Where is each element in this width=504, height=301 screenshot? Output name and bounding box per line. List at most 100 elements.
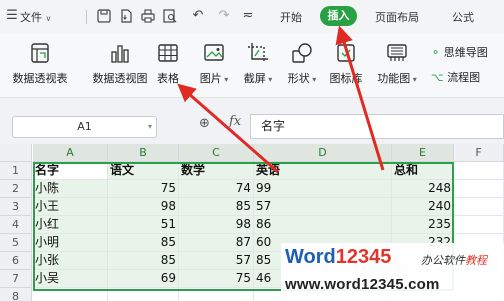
table-label: 表格 <box>157 72 179 85</box>
row-header-7[interactable]: 7 <box>0 270 32 288</box>
pivot-chart-label: 数据透视图 <box>92 72 148 85</box>
tab-insert[interactable]: 插入 <box>320 6 357 26</box>
cell-a4[interactable]: 小红 <box>33 216 108 234</box>
table-button[interactable]: 表格 <box>150 42 186 86</box>
cell-c7[interactable]: 75 <box>179 270 254 288</box>
mind-map-button[interactable]: ⚬ 思维导图 <box>431 44 488 60</box>
cell-c1[interactable]: 数学 <box>179 162 254 180</box>
icon-library-icon <box>335 42 357 64</box>
select-all-corner[interactable] <box>0 144 32 162</box>
function-chart-icon <box>386 42 408 64</box>
cell-b6[interactable]: 85 <box>108 252 179 270</box>
icon-library-button[interactable]: 图标库 <box>326 42 366 86</box>
cell-c5[interactable]: 87 <box>179 234 254 252</box>
cell-c6[interactable]: 57 <box>179 252 254 270</box>
formula-input[interactable]: 名字 <box>250 114 504 139</box>
row-header-3[interactable]: 3 <box>0 198 32 216</box>
tab-page-layout[interactable]: 页面布局 <box>375 9 419 27</box>
cell-c2[interactable]: 74 <box>179 180 254 198</box>
pivot-table-label: 数据透视表 <box>12 72 68 85</box>
mind-map-label: 思维导图 <box>443 46 488 59</box>
hamburger-icon[interactable]: ☰ <box>4 7 20 25</box>
shapes-button[interactable]: 形状 ▾ <box>282 42 322 86</box>
cell-d2[interactable]: 99 <box>254 180 392 198</box>
flowchart-button[interactable]: ⌥ 流程图 <box>431 69 480 85</box>
column-header-d[interactable]: D <box>254 144 392 162</box>
cell-f4[interactable] <box>454 216 504 234</box>
column-header-e[interactable]: E <box>392 144 454 162</box>
cell-d3[interactable]: 57 <box>254 198 392 216</box>
pivot-chart-button[interactable]: 数据透视图 <box>84 42 156 86</box>
fx-icon[interactable]: fx <box>229 114 241 129</box>
row-header-6[interactable]: 6 <box>0 252 32 270</box>
cell-d4[interactable]: 86 <box>254 216 392 234</box>
cell-f2[interactable] <box>454 180 504 198</box>
pivot-chart-icon <box>109 42 131 64</box>
row-header-2[interactable]: 2 <box>0 180 32 198</box>
row-header-4[interactable]: 4 <box>0 216 32 234</box>
cell-e1[interactable]: 总和 <box>392 162 454 180</box>
formula-bar: A1 ▾ ⊕ fx 名字 <box>0 98 504 144</box>
cell-a8[interactable] <box>33 288 108 301</box>
cell-b1[interactable]: 语文 <box>108 162 179 180</box>
watermark-brand: Word12345 <box>285 246 392 268</box>
cell-b3[interactable]: 98 <box>108 198 179 216</box>
icon-library-label: 图标库 <box>329 72 363 85</box>
cell-b2[interactable]: 75 <box>108 180 179 198</box>
shapes-label: 形状 ▾ <box>287 72 317 85</box>
file-menu[interactable]: 文件 ∨ <box>20 9 51 27</box>
cell-b4[interactable]: 51 <box>108 216 179 234</box>
cell-f1[interactable] <box>454 162 504 180</box>
mind-map-icon: ⚬ <box>431 46 441 59</box>
flowchart-icon: ⌥ <box>431 71 444 84</box>
column-header-f[interactable]: F <box>454 144 504 162</box>
row-header-8[interactable]: 8 <box>0 288 32 301</box>
cell-d1[interactable]: 英语 <box>254 162 392 180</box>
cell-c8[interactable] <box>179 288 254 301</box>
cell-a1[interactable]: 名字 <box>33 162 108 180</box>
zoom-icon[interactable]: ⊕ <box>199 116 210 131</box>
screenshot-button[interactable]: 截屏 ▾ <box>238 42 278 86</box>
column-header-c[interactable]: C <box>179 144 254 162</box>
function-chart-label: 功能图 ▾ <box>377 72 417 85</box>
cell-a6[interactable]: 小张 <box>33 252 108 270</box>
tab-formulas[interactable]: 公式 <box>452 9 474 27</box>
cell-reference-box[interactable]: A1 ▾ <box>12 116 157 138</box>
column-header-a[interactable]: A <box>33 144 108 162</box>
column-header-b[interactable]: B <box>108 144 179 162</box>
undo-icon[interactable]: ↶ <box>190 7 206 25</box>
tab-home[interactable]: 开始 <box>280 9 302 27</box>
picture-label: 图片 ▾ <box>199 72 229 85</box>
menu-bar: ☰ 文件 ∨ ↶ ↷ ≂ 开始 插入 页面布局 公式 <box>0 0 504 34</box>
cell-b8[interactable] <box>108 288 179 301</box>
export-icon[interactable] <box>118 7 134 25</box>
cell-a7[interactable]: 小吴 <box>33 270 108 288</box>
more-icon[interactable]: ≂ <box>240 7 256 25</box>
cell-b5[interactable]: 85 <box>108 234 179 252</box>
cell-e4[interactable]: 235 <box>392 216 454 234</box>
pivot-table-button[interactable]: 数据透视表 <box>4 42 76 86</box>
cell-a5[interactable]: 小明 <box>33 234 108 252</box>
chevron-down-icon[interactable]: ▾ <box>148 117 152 137</box>
print-icon[interactable] <box>140 7 156 25</box>
cell-a3[interactable]: 小王 <box>33 198 108 216</box>
print-preview-icon[interactable] <box>162 7 178 25</box>
cell-f3[interactable] <box>454 198 504 216</box>
cell-e2[interactable]: 248 <box>392 180 454 198</box>
watermark-url: www.word12345.com <box>285 276 440 293</box>
row-header-5[interactable]: 5 <box>0 234 32 252</box>
row-header-1[interactable]: 1 <box>0 162 32 180</box>
cell-e3[interactable]: 240 <box>392 198 454 216</box>
picture-button[interactable]: 图片 ▾ <box>196 42 232 86</box>
file-menu-label: 文件 <box>20 11 42 24</box>
pivot-table-icon <box>29 42 51 64</box>
cell-a2[interactable]: 小陈 <box>33 180 108 198</box>
redo-icon[interactable]: ↷ <box>216 7 232 25</box>
screenshot-label: 截屏 ▾ <box>243 72 273 85</box>
save-icon[interactable] <box>96 7 112 25</box>
function-chart-button[interactable]: 功能图 ▾ <box>372 42 422 86</box>
cell-c4[interactable]: 98 <box>179 216 254 234</box>
cell-b7[interactable]: 69 <box>108 270 179 288</box>
watermark-tagline: 办公软件教程 <box>421 254 487 267</box>
cell-c3[interactable]: 85 <box>179 198 254 216</box>
